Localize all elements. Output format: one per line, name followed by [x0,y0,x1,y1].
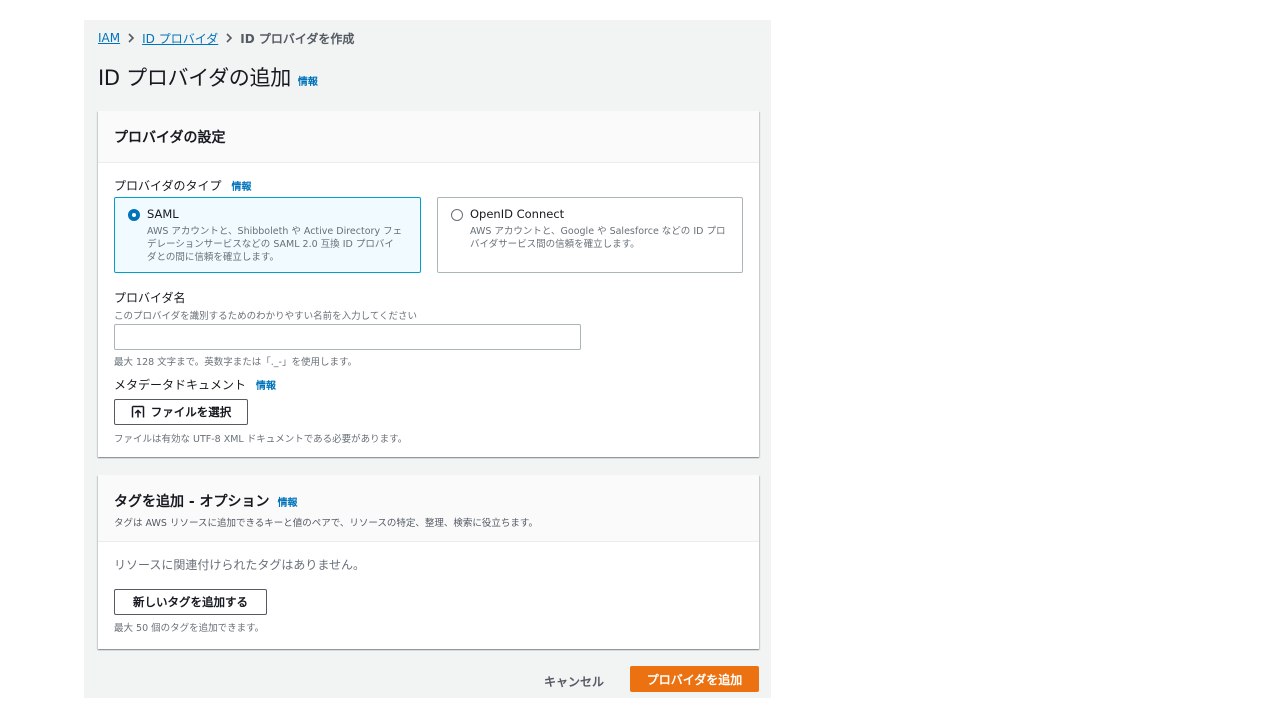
oidc-title: OpenID Connect [470,207,565,221]
provider-name-label: プロバイダ名 [114,291,186,305]
metadata-label-row: メタデータドキュメント 情報 [114,376,276,393]
tags-header: タグを追加 - オプション 情報 タグは AWS リソースに追加できるキーと値の… [98,475,759,542]
provider-name-input[interactable] [114,324,581,350]
saml-description-line: デレーションサービスなどの SAML 2.0 互換 ID プロバイ [147,239,394,250]
provider-type-info-link[interactable]: 情報 [232,178,252,193]
oidc-radio[interactable] [451,209,463,221]
provider-settings-panel: プロバイダの設定 プロバイダのタイプ 情報 SAML AWS アカウントと、Sh… [98,111,759,457]
oidc-description-line: バイダサービス間の信頼を確立します。 [470,239,640,250]
provider-type-label: プロバイダのタイプ [114,179,222,193]
saml-description-line: AWS アカウントと、Shibboleth や Active Directory… [147,226,403,237]
oidc-description-line: AWS アカウントと、Google や Salesforce などの ID プロ [470,226,726,237]
provider-type-oidc-tile[interactable]: OpenID Connect AWS アカウントと、Google や Sales… [437,197,743,273]
provider-settings-title: プロバイダの設定 [114,130,226,146]
add-tag-button[interactable]: 新しいタグを追加する [114,589,267,615]
chevron-right-icon [218,29,240,47]
saml-description-line: ダとの間に信頼を確立します。 [147,252,279,263]
metadata-info-link[interactable]: 情報 [256,377,276,392]
breadcrumb-id-providers[interactable]: ID プロバイダ [142,30,218,47]
choose-file-label: ファイルを選択 [150,405,232,419]
chevron-right-icon [120,29,142,47]
provider-type-label-row: プロバイダのタイプ 情報 [114,177,252,194]
console-content: IAM ID プロバイダ ID プロバイダを作成 ID プロバイダの追加 情報 … [84,20,771,698]
tags-title: タグを追加 - オプション [114,494,270,510]
metadata-constraint: ファイルは有効な UTF-8 XML ドキュメントである必要があります。 [114,434,408,445]
tags-body: リソースに関連付けられたタグはありません。 新しいタグを追加する 最大 50 個… [98,542,759,649]
choose-file-button[interactable]: ファイルを選択 [114,399,248,425]
tags-title-row: タグを追加 - オプション 情報 [114,491,298,511]
provider-settings-header: プロバイダの設定 [98,111,759,163]
page-info-link[interactable]: 情報 [298,73,318,88]
tags-constraint: 最大 50 個のタグを追加できます。 [114,623,265,634]
tags-description: タグは AWS リソースに追加できるキーと値のペアで、リソースの特定、整理、検索… [114,518,538,529]
saml-radio[interactable] [128,209,140,221]
provider-type-saml-tile[interactable]: SAML AWS アカウントと、Shibboleth や Active Dire… [114,197,421,273]
page-title: ID プロバイダの追加 [98,66,291,90]
tags-empty-text: リソースに関連付けられたタグはありません。 [114,558,366,572]
breadcrumb-current: ID プロバイダを作成 [240,31,355,46]
saml-title: SAML [147,207,179,221]
provider-name-constraint: 最大 128 文字まで。英数字または「._-」を使用します。 [114,357,358,368]
breadcrumb-iam[interactable]: IAM [98,31,120,45]
upload-icon [131,405,145,419]
breadcrumb: IAM ID プロバイダ ID プロバイダを作成 [98,29,354,47]
cancel-button[interactable]: キャンセル [529,668,619,694]
saml-description: AWS アカウントと、Shibboleth や Active Directory… [147,225,402,264]
page-header: ID プロバイダの追加 情報 [98,62,318,92]
tags-info-link[interactable]: 情報 [278,494,298,509]
add-provider-button[interactable]: プロバイダを追加 [630,666,759,692]
provider-settings-body: プロバイダのタイプ 情報 SAML AWS アカウントと、Shibboleth … [98,163,759,457]
oidc-description: AWS アカウントと、Google や Salesforce などの ID プロ… [470,225,725,251]
provider-name-description: このプロバイダを識別するためのわかりやすい名前を入力してください [114,311,418,322]
metadata-label: メタデータドキュメント [114,378,247,392]
tags-panel: タグを追加 - オプション 情報 タグは AWS リソースに追加できるキーと値の… [98,475,759,649]
